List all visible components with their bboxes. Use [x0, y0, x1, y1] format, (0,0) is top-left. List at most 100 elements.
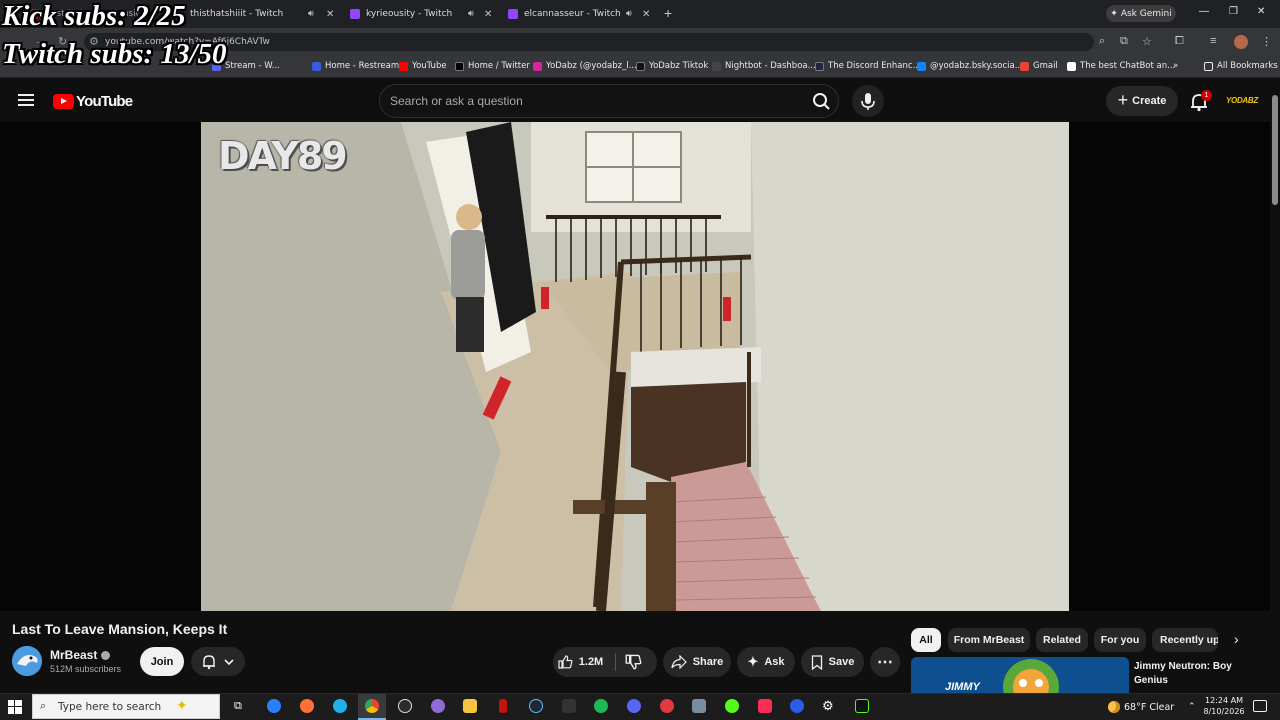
search-button[interactable]	[806, 87, 836, 115]
file-explorer-icon[interactable]	[463, 699, 477, 713]
bookmark-item[interactable]: YoDabz Tiktok	[636, 61, 708, 71]
share-button[interactable]: Share	[663, 647, 731, 677]
speaker-icon[interactable]: 🔊︎	[468, 9, 474, 19]
chip-for-you[interactable]: For you	[1094, 628, 1146, 652]
bookmark-favicon-icon	[1067, 61, 1076, 71]
dislike-button[interactable]	[624, 653, 646, 671]
menu-dots-icon[interactable]: ⋮	[1261, 35, 1272, 48]
subscription-notifications-button[interactable]	[191, 647, 245, 676]
chevron-up-icon[interactable]: ⌃	[1188, 701, 1196, 712]
browser-tab[interactable]: elcannasseur - Twitch 🔊︎ ✕	[508, 4, 658, 24]
chip-all[interactable]: All	[911, 628, 941, 652]
copilot-icon[interactable]	[267, 699, 281, 713]
notification-center-icon[interactable]	[1253, 700, 1267, 712]
bookmark-item[interactable]: Gmail	[1020, 61, 1058, 71]
app-icon[interactable]	[431, 699, 445, 713]
all-bookmarks-folder[interactable]: All Bookmarks	[1204, 61, 1278, 71]
firefox-icon[interactable]	[300, 699, 314, 713]
extensions-icon[interactable]: ⧠	[1175, 35, 1184, 48]
channel-avatar[interactable]	[12, 646, 42, 676]
bookmark-label: YoDabz (@yodabz_l...	[546, 61, 637, 71]
video-title: Last To Leave Mansion, Keeps It	[12, 621, 228, 637]
twitch-favicon-icon	[508, 9, 518, 19]
search-icon: ⌕	[40, 700, 47, 712]
bookmark-item[interactable]: Home / Twitter	[455, 61, 530, 71]
youtube-logo[interactable]: YouTube	[53, 93, 133, 110]
hamburger-menu-icon[interactable]	[18, 94, 34, 106]
bookmark-item[interactable]: YouTube	[399, 61, 447, 71]
speaker-icon[interactable]: 🔊︎	[626, 9, 632, 19]
new-tab-button[interactable]: +	[664, 5, 672, 21]
settings-gear-icon[interactable]: ⚙︎	[822, 698, 834, 714]
voice-search-button[interactable]	[852, 85, 884, 117]
tiktok-icon[interactable]	[758, 699, 772, 713]
bookmark-item[interactable]: Home - Restream	[312, 61, 399, 71]
recommended-video-title[interactable]: Jimmy Neutron: Boy Genius	[1134, 660, 1264, 688]
app-icon[interactable]	[855, 699, 869, 713]
media-controls-icon[interactable]: ≡	[1210, 35, 1216, 47]
browser-tab[interactable]: thisthatshiiit - Twitch 🔊︎ ✕	[190, 4, 340, 24]
close-tab-icon[interactable]: ✕	[484, 9, 492, 20]
bookmark-item[interactable]: The Discord Enhanc...	[815, 61, 921, 71]
chip-from-mrbeast[interactable]: From MrBeast	[948, 628, 1030, 652]
channel-name[interactable]: MrBeast	[50, 648, 111, 662]
browser-tab[interactable]: kyrieousity - Twitch 🔊︎ ✕	[350, 4, 500, 24]
restore-icon[interactable]: ❐	[1229, 6, 1238, 17]
day-counter-badge: DAY89	[218, 134, 348, 178]
ask-gemini-button[interactable]: ✦ Ask Gemini	[1106, 5, 1176, 22]
youtube-logo-text: YouTube	[76, 93, 133, 110]
windows-logo-icon	[8, 700, 22, 714]
spotify-icon[interactable]	[594, 699, 608, 713]
chevron-right-icon[interactable]: ›	[1234, 631, 1239, 647]
ask-button[interactable]: ✦ Ask	[737, 647, 795, 677]
save-button[interactable]: Save	[801, 647, 864, 677]
speaker-icon[interactable]: 🔊︎	[308, 9, 314, 19]
app-icon[interactable]	[562, 699, 576, 713]
obs-icon[interactable]	[398, 699, 412, 713]
scrollbar-thumb[interactable]	[1272, 95, 1278, 205]
task-view-icon[interactable]: ⧉	[234, 700, 242, 713]
bookmark-item[interactable]: YoDabz (@yodabz_l...	[533, 61, 637, 71]
windows-start-icon[interactable]	[8, 700, 22, 714]
edge-icon[interactable]	[333, 699, 347, 713]
app-icon[interactable]	[660, 699, 674, 713]
chrome-icon[interactable]	[365, 699, 379, 713]
tab-title: thisthatshiiit - Twitch	[190, 9, 284, 19]
zoom-icon[interactable]: ⌕	[1099, 35, 1105, 48]
weather-widget[interactable]: 68°F Clear	[1108, 701, 1174, 713]
chip-recently-uploaded[interactable]: Recently uploaded	[1152, 628, 1218, 652]
more-bookmarks-icon[interactable]: »	[1173, 61, 1178, 71]
app-icon[interactable]	[790, 699, 804, 713]
kick-icon[interactable]	[725, 699, 739, 713]
tab-title: kyrieousity - Twitch	[366, 9, 453, 19]
discord-icon[interactable]	[627, 699, 641, 713]
close-tab-icon[interactable]: ✕	[326, 9, 334, 20]
video-frame[interactable]	[201, 122, 1069, 611]
app-icon[interactable]	[692, 699, 706, 713]
chip-related[interactable]: Related	[1036, 628, 1088, 652]
cast-icon[interactable]: ⧉	[1120, 35, 1128, 48]
bookmark-icon	[811, 654, 822, 670]
close-window-icon[interactable]: ✕	[1257, 6, 1265, 17]
bookmark-item[interactable]: The best ChatBot an...	[1067, 61, 1175, 71]
join-button[interactable]: Join	[140, 647, 184, 676]
bookmark-item[interactable]: Nightbot - Dashboa...	[712, 61, 816, 71]
share-icon	[671, 655, 687, 669]
steam-icon[interactable]	[529, 699, 543, 713]
sparkle-icon: ✦	[1110, 8, 1118, 19]
close-tab-icon[interactable]: ✕	[642, 9, 650, 20]
bookmark-item[interactable]: @yodabz.bsky.socia...	[917, 61, 1023, 71]
profile-avatar[interactable]	[1234, 35, 1248, 49]
minimize-icon[interactable]: —	[1199, 6, 1209, 17]
clock-date: 8/10/2026	[1203, 707, 1245, 716]
ask-gemini-label: Ask Gemini	[1120, 8, 1172, 19]
taskbar-clock[interactable]: 12:24 AM 8/10/2026	[1202, 695, 1246, 717]
recommended-video-thumbnail[interactable]: JIMMY	[911, 657, 1129, 695]
bookmark-favicon-icon	[399, 61, 408, 71]
bookmark-star-icon[interactable]: ☆	[1142, 35, 1152, 48]
app-icon[interactable]	[499, 699, 507, 713]
account-avatar[interactable]: YODABZ	[1226, 90, 1258, 112]
notification-count-badge: 1	[1201, 90, 1212, 101]
more-actions-icon[interactable]: ⋯	[870, 647, 900, 677]
create-button[interactable]: + Create	[1106, 86, 1178, 116]
